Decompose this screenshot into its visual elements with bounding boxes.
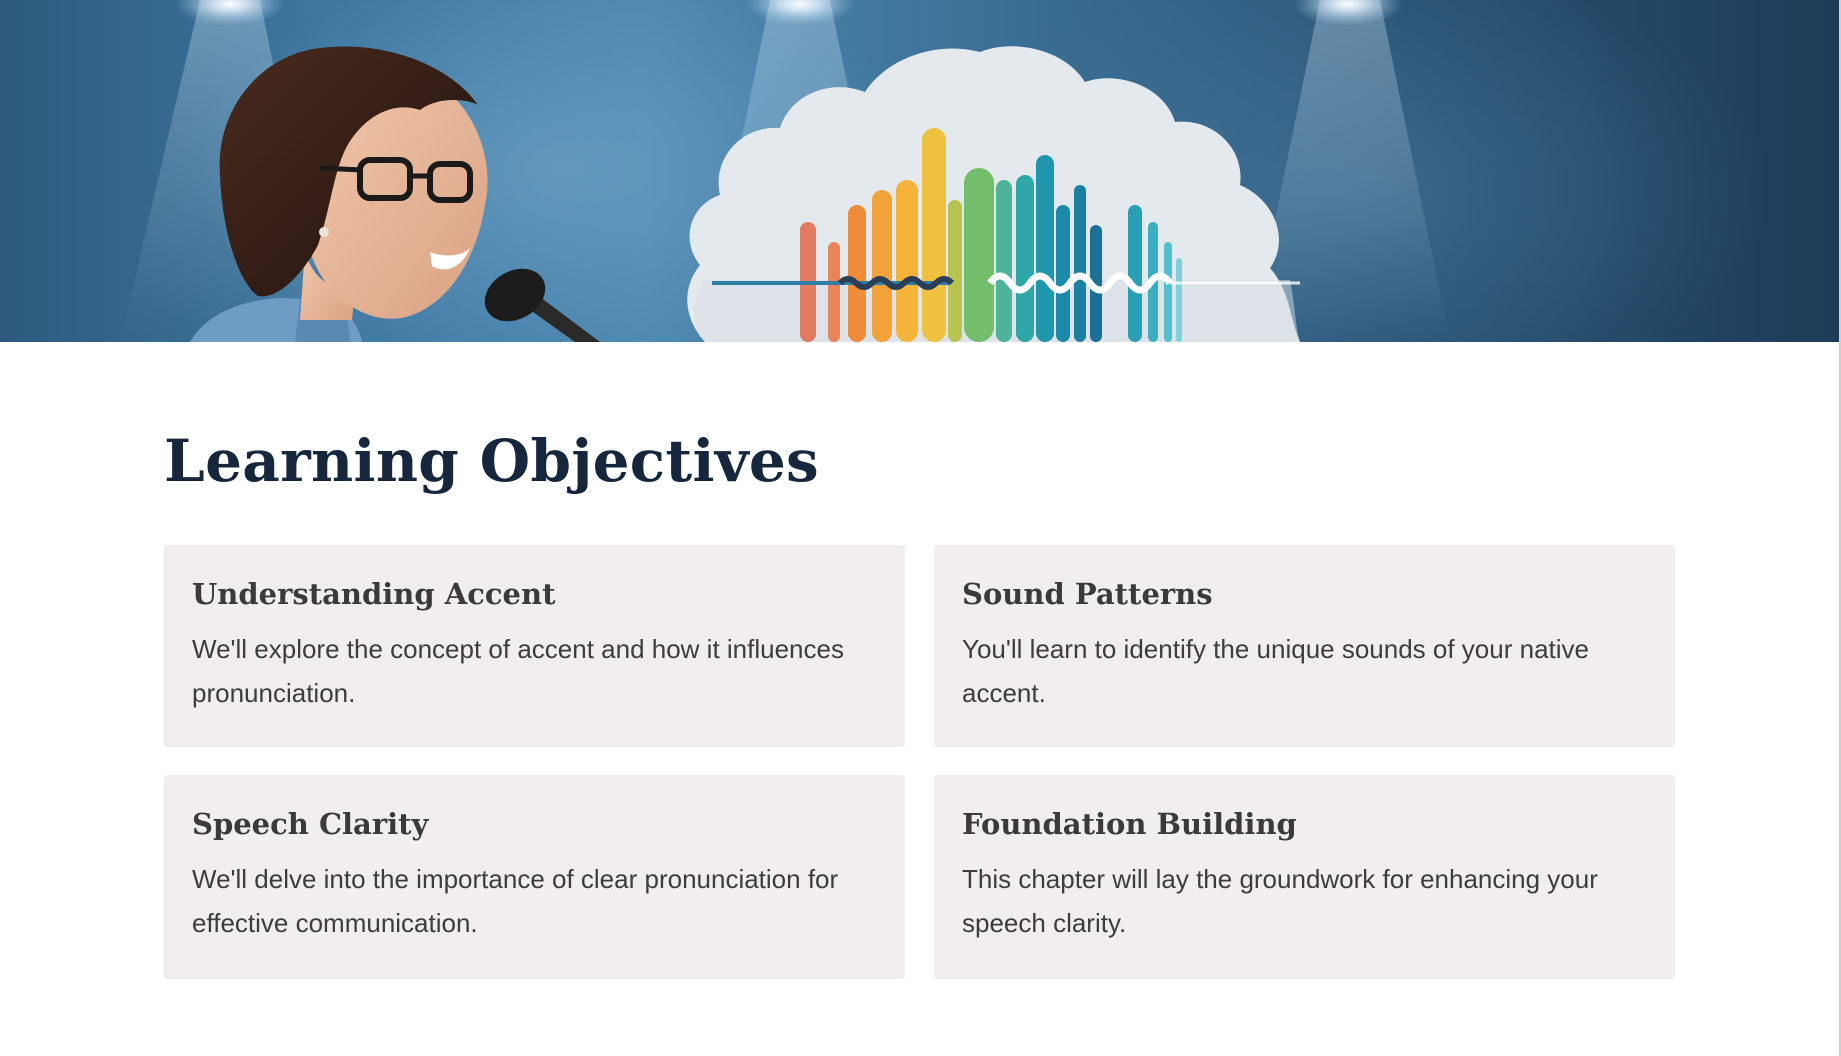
objective-description: You'll learn to identify the unique soun… (962, 634, 1589, 708)
objective-description: This chapter will lay the groundwork for… (962, 864, 1598, 938)
objectives-grid: Understanding Accent We'll explore the c… (164, 545, 1675, 979)
banner-illustration (120, 0, 1450, 342)
objective-description: We'll delve into the importance of clear… (192, 864, 839, 938)
objective-title: Speech Clarity (192, 807, 429, 841)
objective-description: We'll explore the concept of accent and … (192, 634, 844, 708)
objective-title: Sound Patterns (962, 577, 1213, 611)
banner-image (0, 0, 1841, 342)
objective-card-understanding-accent: Understanding Accent We'll explore the c… (164, 545, 905, 747)
objective-title: Foundation Building (962, 807, 1297, 841)
page: Learning Objectives Understanding Accent… (0, 0, 1841, 1056)
objective-title: Understanding Accent (192, 577, 556, 611)
page-title: Learning Objectives (164, 427, 819, 495)
objective-card-foundation-building: Foundation Building This chapter will la… (934, 775, 1675, 979)
objective-card-speech-clarity: Speech Clarity We'll delve into the impo… (164, 775, 905, 979)
objective-card-sound-patterns: Sound Patterns You'll learn to identify … (934, 545, 1675, 747)
